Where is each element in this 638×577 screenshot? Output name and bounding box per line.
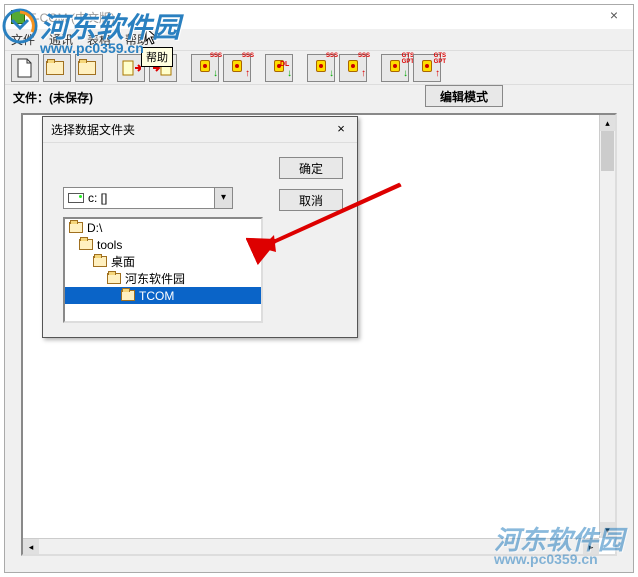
instrument-sss-upload-button[interactable]: SSS↑	[223, 54, 251, 82]
tree-item[interactable]: TCOM	[65, 287, 261, 304]
menu-help[interactable]: 帮助	[125, 31, 149, 48]
new-button[interactable]	[11, 54, 39, 82]
dialog-title: 选择数据文件夹	[51, 121, 135, 138]
folder-icon	[121, 290, 135, 301]
instrument-gts-upload-button[interactable]: GTSGPT↑	[413, 54, 441, 82]
cancel-button[interactable]: 取消	[279, 189, 343, 211]
tree-item-label: 河东软件园	[125, 270, 185, 287]
close-icon[interactable]: ×	[599, 7, 629, 25]
folder-dialog: 选择数据文件夹 × 确定 取消 c: [] ▾ D:\ tools桌面河东软件园 T…	[42, 116, 358, 338]
instrument-dl-button[interactable]: DL↓	[265, 54, 293, 82]
vertical-scrollbar[interactable]: ▴ ▾	[599, 115, 615, 538]
edit-mode-button[interactable]: 编辑模式	[425, 85, 503, 107]
instrument-sss-upload2-button[interactable]: SSS↑	[339, 54, 367, 82]
folder-icon	[79, 239, 93, 250]
scroll-up-icon[interactable]: ▴	[600, 115, 615, 131]
file-label: 文件：	[13, 89, 49, 106]
folder-tree[interactable]: D:\ tools桌面河东软件园 TCOM	[63, 217, 263, 323]
menu-comm[interactable]: 通讯	[49, 31, 73, 48]
tree-item[interactable]: 桌面	[65, 253, 261, 270]
menu-table[interactable]: 表格	[87, 31, 111, 48]
scroll-down-icon[interactable]: ▾	[600, 522, 615, 538]
scroll-left-icon[interactable]: ◂	[23, 539, 39, 554]
tree-item[interactable]: D:\	[65, 219, 261, 236]
tree-item-label: TCOM	[139, 289, 174, 303]
app-icon	[11, 10, 25, 24]
scroll-right-icon[interactable]: ▸	[583, 539, 599, 554]
window-title: T-COM (中文版)	[29, 9, 115, 26]
dialog-close-icon[interactable]: ×	[331, 121, 351, 139]
horizontal-scrollbar[interactable]: ◂ ▸	[23, 538, 599, 554]
dialog-titlebar: 选择数据文件夹 ×	[43, 117, 357, 143]
tree-item[interactable]: tools	[65, 236, 261, 253]
drive-icon	[68, 193, 84, 203]
menu-file[interactable]: 文件	[11, 31, 35, 48]
toolbar: SSS↓ SSS↑ DL↓ SSS↓ SSS↑ GTSGPT↓ GTSGPT↑	[5, 51, 633, 85]
instrument-sss-download2-button[interactable]: SSS↓	[307, 54, 335, 82]
menubar: 文件 通讯 表格 帮助 帮助	[5, 29, 633, 51]
drive-select[interactable]: c: [] ▾	[63, 187, 233, 209]
tree-item-label: tools	[97, 238, 122, 252]
instrument-gts-download-button[interactable]: GTSGPT↓	[381, 54, 409, 82]
scroll-thumb[interactable]	[601, 131, 614, 171]
tree-item[interactable]: 河东软件园	[65, 270, 261, 287]
open-button[interactable]	[43, 54, 71, 82]
drive-label: c: []	[88, 191, 107, 205]
tooltip: 帮助	[141, 47, 173, 67]
titlebar: T-COM (中文版) ×	[5, 5, 633, 29]
tree-item-label: 桌面	[111, 253, 135, 270]
folder-icon	[107, 273, 121, 284]
instrument-sss-download-button[interactable]: SSS↓	[191, 54, 219, 82]
save-button[interactable]	[75, 54, 103, 82]
ok-button[interactable]: 确定	[279, 157, 343, 179]
dropdown-icon[interactable]: ▾	[214, 188, 232, 208]
tree-item-label: D:\	[87, 221, 102, 235]
folder-icon	[69, 222, 83, 233]
file-status: (未保存)	[49, 89, 93, 106]
filebar: 文件： (未保存) 编辑模式	[5, 85, 633, 109]
folder-icon	[93, 256, 107, 267]
